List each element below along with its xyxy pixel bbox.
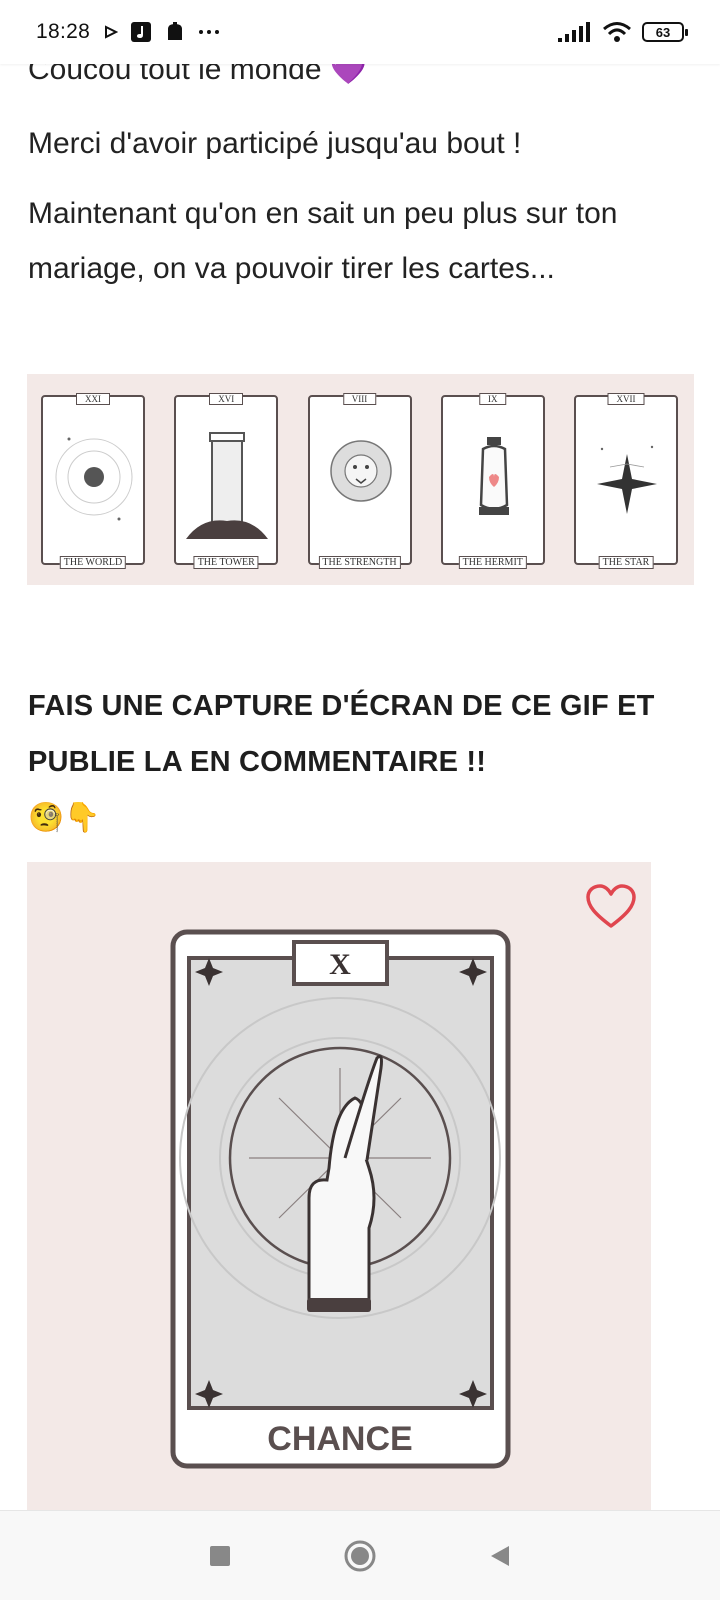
- card-numeral: XXI: [76, 393, 110, 405]
- square-icon: [210, 1545, 230, 1566]
- tarot-card-world: XXI THE WORLD: [41, 393, 145, 569]
- tarot-card-tower: XVI THE TOWER: [174, 393, 279, 569]
- card-numeral: XVI: [209, 393, 244, 405]
- battery-level: 63: [655, 24, 671, 40]
- tarot-cards-image: XXI THE WORLD XVI THE TOWER VIII THE STR…: [27, 374, 694, 585]
- recents-button[interactable]: [200, 1536, 240, 1576]
- status-bar: 18:28 63: [0, 0, 720, 64]
- play-icon: [105, 25, 119, 39]
- system-status-icons: 63: [558, 21, 688, 43]
- chance-card-gif[interactable]: X CHANCE: [27, 862, 651, 1510]
- chance-tarot-card: X CHANCE: [170, 929, 511, 1469]
- heart-outline-icon[interactable]: [585, 884, 637, 930]
- status-time: 18:28: [36, 20, 91, 43]
- thanks-text: Merci d'avoir participé jusqu'au bout !: [28, 127, 522, 160]
- card-name: THE STAR: [598, 556, 654, 569]
- wifi-icon: [603, 22, 631, 42]
- back-button[interactable]: [480, 1536, 520, 1576]
- post-content: Coucou tout le monde 💜 Merci d'avoir par…: [0, 0, 720, 1510]
- music-app-icon: [131, 22, 152, 42]
- tower-icon: [186, 432, 269, 539]
- star-icon: [597, 445, 657, 514]
- tarot-card-star: XVII THE STAR: [574, 393, 678, 569]
- card-name: THE WORLD: [59, 556, 127, 569]
- circle-icon: [344, 1540, 376, 1571]
- notification-icons: [104, 21, 220, 43]
- cellular-signal-icon: [558, 22, 590, 42]
- card-name: THE STRENGTH: [318, 556, 401, 569]
- more-notifications-icon: [199, 30, 220, 34]
- card-name: THE HERMIT: [458, 556, 527, 569]
- home-button[interactable]: [340, 1536, 380, 1576]
- tarot-card-strength: VIII THE STRENGTH: [307, 393, 412, 569]
- card-numeral: VIII: [342, 393, 377, 405]
- lion-icon: [329, 440, 392, 502]
- planet-icon: [55, 437, 133, 521]
- lantern-icon: [478, 437, 509, 515]
- card-numeral: XVII: [607, 393, 645, 405]
- tarot-card-hermit: IX THE HERMIT: [440, 393, 545, 569]
- card-numeral: IX: [479, 393, 507, 405]
- triangle-icon: [491, 1545, 509, 1566]
- app-notification-icon: [168, 22, 183, 40]
- card-name: THE TOWER: [193, 556, 259, 569]
- chance-card-name: CHANCE: [267, 1420, 412, 1458]
- intro-text: Maintenant qu'on en sait un peu plus sur…: [28, 197, 618, 285]
- navigation-bar: [0, 1510, 720, 1600]
- instruction-heading: FAIS UNE CAPTURE D'ÉCRAN DE CE GIF ET PU…: [28, 678, 698, 846]
- emoji-monocle-pointing: 🧐👇: [28, 802, 101, 834]
- battery-icon: 63: [642, 22, 688, 42]
- chance-card-numeral: X: [329, 948, 351, 981]
- instruction-text: FAIS UNE CAPTURE D'ÉCRAN DE CE GIF ET PU…: [28, 690, 655, 778]
